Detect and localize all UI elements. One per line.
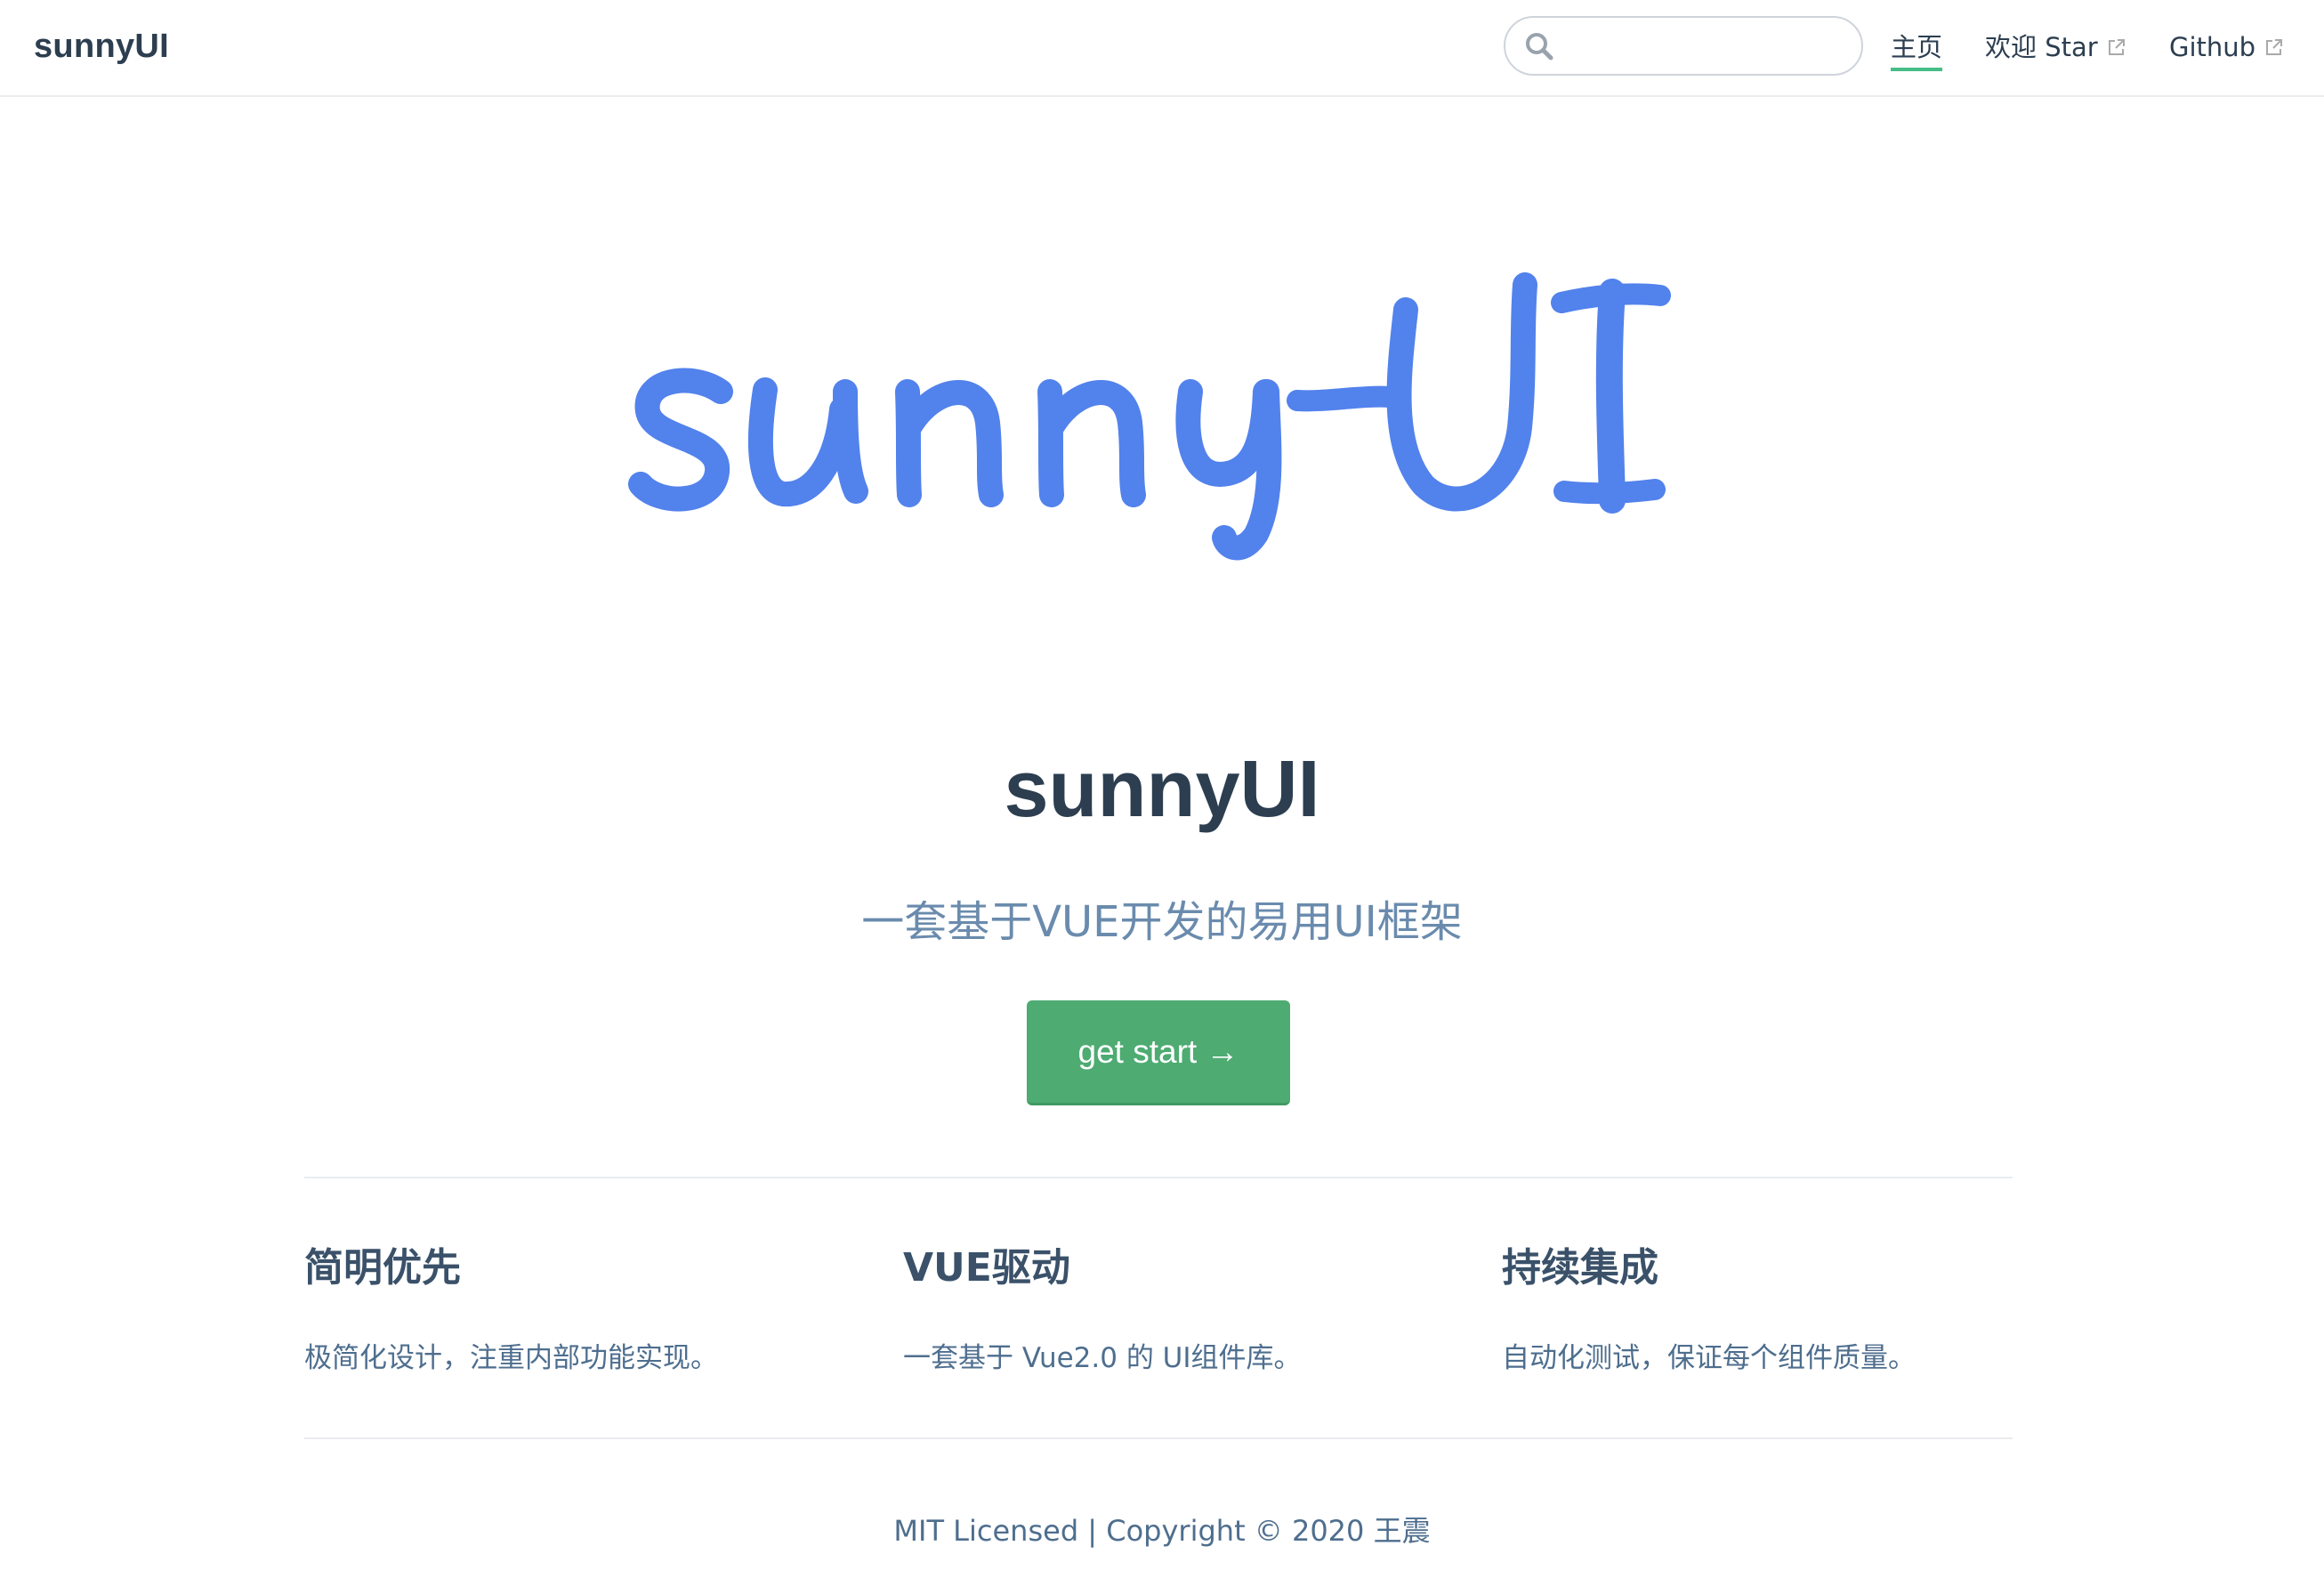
feature-description: 一套基于 Vue2.0 的 UI组件库。 [903, 1342, 1302, 1374]
get-start-button[interactable]: get start → [1027, 1000, 1290, 1105]
feature-ci: 持续集成 自动化测试，保证每个组件质量。 [1502, 1237, 2054, 1381]
nav-link-github[interactable]: Github [2169, 25, 2284, 69]
feature-title: 持续集成 [1502, 1245, 1658, 1291]
navbar: sunnyUI 主页 欢迎 Star Github [0, 0, 2324, 97]
divider-bottom [304, 1437, 2013, 1439]
hero-description: 一套基于VUE开发的易用UI框架 [861, 897, 1463, 947]
feature-title: VUE驱动 [903, 1245, 1070, 1291]
footer-copyright: MIT Licensed | Copyright © 2020 王震 [893, 1514, 1431, 1548]
feature-vue-driven: VUE驱动 一套基于 Vue2.0 的 UI组件库。 [903, 1237, 1455, 1381]
site-title[interactable]: sunnyUI [34, 21, 169, 71]
divider-top [304, 1177, 2013, 1178]
feature-description: 极简化设计，注重内部功能实现。 [304, 1342, 718, 1374]
hero-title: sunnyUI [1004, 745, 1320, 834]
feature-minimalism: 简明优先 极简化设计，注重内部功能实现。 [304, 1237, 856, 1381]
feature-description: 自动化测试，保证每个组件质量。 [1502, 1342, 1916, 1374]
nav-link-home-label: 主页 [1891, 32, 1943, 62]
search-input[interactable] [1566, 25, 1851, 68]
nav-link-star-label: 欢迎 Star [1985, 32, 2098, 62]
external-link-icon [2108, 39, 2125, 55]
hero-logo [628, 272, 1671, 561]
nav-link-github-label: Github [2169, 32, 2256, 62]
search-icon [1526, 33, 1553, 61]
external-link-icon [2266, 39, 2283, 55]
search-box[interactable] [1504, 16, 1863, 76]
nav-link-home[interactable]: 主页 [1891, 25, 1943, 71]
nav-link-star[interactable]: 欢迎 Star [1985, 25, 2126, 69]
feature-title: 简明优先 [304, 1245, 461, 1291]
